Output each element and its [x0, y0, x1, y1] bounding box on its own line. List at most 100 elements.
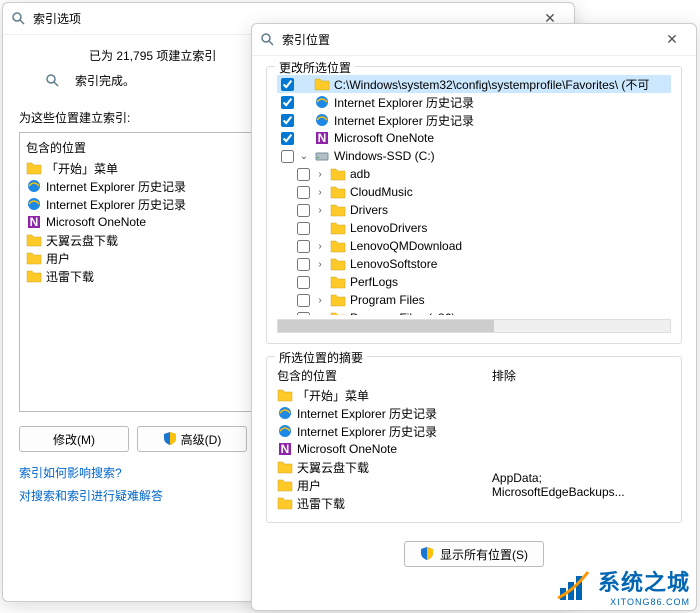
tree-checkbox[interactable] — [297, 204, 310, 217]
close-button[interactable]: ✕ — [656, 28, 688, 52]
tree-expander[interactable]: › — [314, 205, 326, 216]
ie-icon — [277, 405, 293, 421]
folder-icon — [277, 477, 293, 493]
summary-item-label: 迅雷下载 — [297, 495, 345, 512]
folder-icon — [26, 232, 42, 248]
tree-checkbox[interactable] — [281, 132, 294, 145]
ie-icon — [314, 94, 330, 110]
tree-row[interactable]: › Internet Explorer 历史记录 — [277, 93, 671, 111]
tree-row-label: Internet Explorer 历史记录 — [334, 94, 474, 111]
tree-checkbox[interactable] — [297, 222, 310, 235]
tree-checkbox[interactable] — [297, 294, 310, 307]
folder-icon — [330, 292, 346, 308]
tree-checkbox[interactable] — [281, 114, 294, 127]
logo-icon — [556, 568, 592, 604]
titlebar[interactable]: 索引位置 ✕ — [252, 24, 696, 56]
tree-row[interactable]: › LenovoQMDownload — [277, 237, 671, 255]
tree-checkbox[interactable] — [281, 96, 294, 109]
summary-item-label: 天翼云盘下载 — [297, 459, 369, 476]
tree-expander[interactable]: › — [314, 241, 326, 252]
summary-exclude-item: AppData; MicrosoftEdgeBackups... — [492, 476, 671, 494]
folder-icon — [277, 459, 293, 475]
list-item-label: 用户 — [46, 250, 70, 267]
folder-icon — [314, 76, 330, 92]
summary-item[interactable]: 「开始」菜单 — [277, 386, 492, 404]
help-link-troubleshoot[interactable]: 对搜索和索引进行疑难解答 — [19, 487, 163, 504]
summary-exclude-item — [492, 422, 671, 440]
ie-icon — [314, 112, 330, 128]
advanced-button[interactable]: 高级(D) — [137, 426, 247, 452]
folder-icon — [330, 202, 346, 218]
tree-checkbox[interactable] — [297, 276, 310, 289]
help-link-search[interactable]: 索引如何影响搜索? — [19, 464, 122, 481]
tree-row[interactable]: › Internet Explorer 历史记录 — [277, 111, 671, 129]
tree-row-label: Microsoft OneNote — [334, 131, 434, 145]
tree-checkbox[interactable] — [297, 240, 310, 253]
summary-item[interactable]: 天翼云盘下载 — [277, 458, 492, 476]
tree-row-label: PerfLogs — [350, 275, 398, 289]
tree-row-label: Drivers — [350, 203, 388, 217]
tree-expander[interactable]: ⌄ — [298, 151, 310, 162]
folder-icon — [277, 387, 293, 403]
tree-row-label: Program Files (x86) — [350, 311, 455, 315]
list-item-label: Internet Explorer 历史记录 — [46, 196, 186, 213]
indexed-locations-window: 索引位置 ✕ 更改所选位置 › C:\Windows\system32\conf… — [251, 23, 697, 611]
watermark-text: 系统之城 — [598, 570, 690, 595]
tree-row[interactable]: › CloudMusic — [277, 183, 671, 201]
list-item-label: 迅雷下载 — [46, 268, 94, 285]
tree-expander[interactable]: › — [314, 295, 326, 306]
horizontal-scrollbar[interactable] — [277, 319, 671, 333]
ie-icon — [26, 178, 42, 194]
tree-row-label: LenovoSoftstore — [350, 257, 437, 271]
summary-item[interactable]: 迅雷下载 — [277, 494, 492, 512]
tree-checkbox[interactable] — [297, 186, 310, 199]
tree-row[interactable]: › LenovoDrivers — [277, 219, 671, 237]
folder-icon — [277, 495, 293, 511]
folder-icon — [330, 166, 346, 182]
summary-item[interactable]: Microsoft OneNote — [277, 440, 492, 458]
locations-tree[interactable]: › C:\Windows\system32\config\systemprofi… — [277, 75, 671, 315]
list-item-label: 天翼云盘下载 — [46, 232, 118, 249]
summary-item[interactable]: Internet Explorer 历史记录 — [277, 404, 492, 422]
ie-icon — [277, 423, 293, 439]
tree-row[interactable]: › LenovoSoftstore — [277, 255, 671, 273]
summary-exclude-text: AppData; MicrosoftEdgeBackups... — [492, 471, 671, 499]
tree-checkbox[interactable] — [281, 78, 294, 91]
tree-row[interactable]: › Microsoft OneNote — [277, 129, 671, 147]
folder-icon — [330, 310, 346, 315]
summary-item-label: 「开始」菜单 — [297, 387, 369, 404]
folder-icon — [26, 250, 42, 266]
tree-row[interactable]: › C:\Windows\system32\config\systemprofi… — [277, 75, 671, 93]
window-body: 更改所选位置 › C:\Windows\system32\config\syst… — [252, 56, 696, 579]
tree-row[interactable]: › Program Files (x86) — [277, 309, 671, 315]
folder-icon — [330, 184, 346, 200]
tree-row[interactable]: › PerfLogs — [277, 273, 671, 291]
tree-row[interactable]: ⌄ Windows-SSD (C:) — [277, 147, 671, 165]
watermark-url: XITONG86.COM — [598, 597, 690, 607]
summary-item[interactable]: Internet Explorer 历史记录 — [277, 422, 492, 440]
tree-expander[interactable]: › — [314, 187, 326, 198]
tree-checkbox[interactable] — [281, 150, 294, 163]
scrollbar-thumb[interactable] — [278, 320, 494, 332]
search-icon — [45, 73, 61, 89]
tree-expander[interactable]: › — [314, 169, 326, 180]
tree-row[interactable]: › Program Files — [277, 291, 671, 309]
tree-expander[interactable]: › — [314, 313, 326, 316]
tree-checkbox[interactable] — [297, 168, 310, 181]
summary-col-included-header: 包含的位置 — [277, 365, 492, 386]
show-all-locations-button[interactable]: 显示所有位置(S) — [404, 541, 544, 567]
modify-button[interactable]: 修改(M) — [19, 426, 129, 452]
tree-row-label: adb — [350, 167, 370, 181]
summary-exclude-item — [492, 404, 671, 422]
tree-row-label: LenovoDrivers — [350, 221, 427, 235]
summary-item[interactable]: 用户 — [277, 476, 492, 494]
tree-row[interactable]: › Drivers — [277, 201, 671, 219]
summary-item-label: 用户 — [297, 477, 321, 494]
tree-checkbox[interactable] — [297, 258, 310, 271]
tree-expander[interactable]: › — [314, 259, 326, 270]
folder-icon — [26, 268, 42, 284]
tree-row[interactable]: › adb — [277, 165, 671, 183]
list-item-label: 「开始」菜单 — [46, 160, 118, 177]
tree-row-label: C:\Windows\system32\config\systemprofile… — [334, 76, 649, 93]
tree-checkbox[interactable] — [297, 312, 310, 316]
